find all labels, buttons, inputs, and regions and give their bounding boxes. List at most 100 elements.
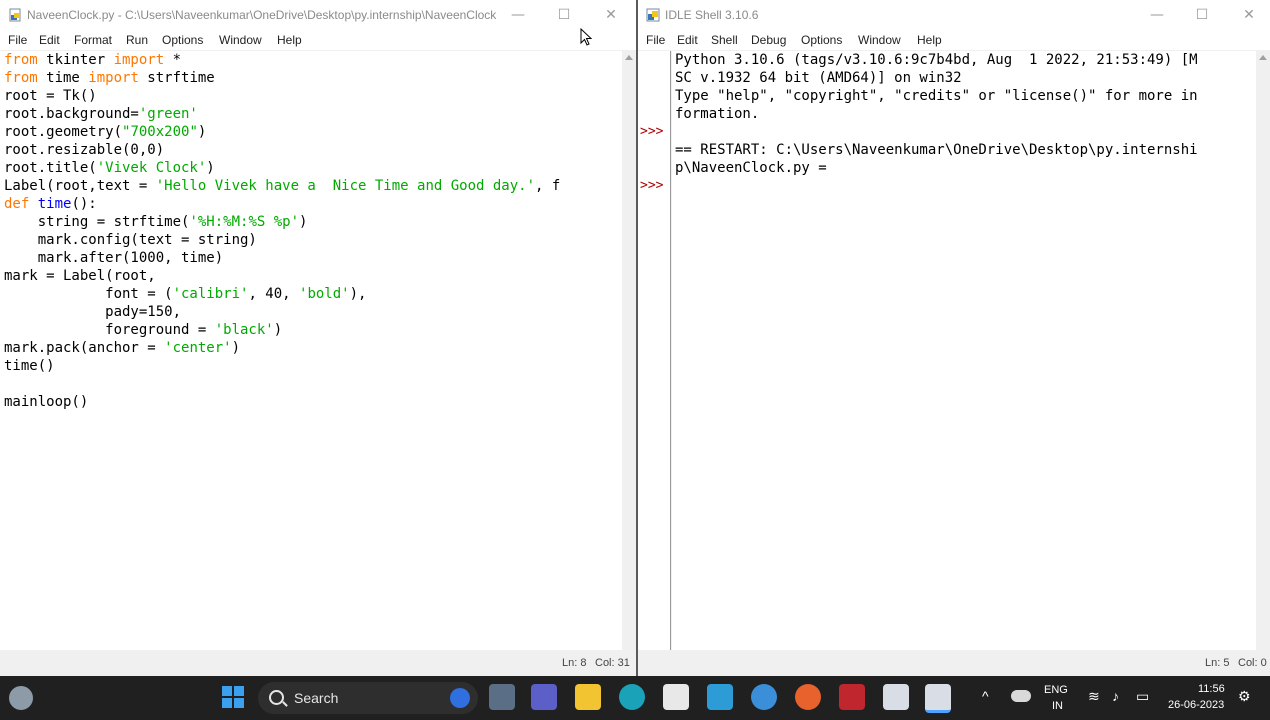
shell-output-line: Python 3.10.6 (tags/v3.10.6:9c7b4bd, Aug… (675, 52, 1198, 68)
code-token: def (4, 196, 30, 212)
menu-item-window[interactable]: Window (219, 33, 262, 47)
code-token: time (37, 70, 89, 86)
shell-output-line: Type "help", "copyright", "credits" or "… (675, 88, 1198, 104)
shell-menubar: File Edit Shell Debug Options Window Help (638, 30, 1270, 50)
code-token: root.resizable(0,0) (4, 142, 165, 158)
onedrive-cloud-icon[interactable] (1011, 690, 1031, 702)
editor-titlebar[interactable]: NaveenClock.py - C:\Users\Naveenkumar\On… (0, 0, 636, 30)
maximize-button[interactable]: ☐ (554, 5, 574, 25)
wifi-icon[interactable]: ≋ (1088, 688, 1100, 705)
menu-item-debug[interactable]: Debug (751, 33, 786, 47)
code-token: , f (535, 178, 561, 194)
code-token: root.geometry( (4, 124, 123, 140)
code-token: root.background= (4, 106, 139, 122)
code-token: 'center' (164, 340, 232, 356)
code-token: "700x200" (122, 124, 198, 140)
code-token: * (164, 52, 182, 68)
code-line: root.background='green' (4, 105, 622, 123)
notification-icon[interactable]: ⚙ (1238, 688, 1251, 705)
shell-prompt (638, 141, 670, 159)
code-token: mark.config(text = string) (4, 232, 257, 248)
battery-icon[interactable]: ▭ (1136, 688, 1149, 705)
taskbar: Search ^ ENG IN ≋ ♪ ▭ 11:56 26-06-2023 ⚙ (0, 676, 1270, 720)
volume-icon[interactable]: ♪ (1112, 688, 1119, 704)
close-button[interactable]: ✕ (1239, 5, 1259, 25)
minimize-button[interactable]: — (508, 5, 528, 25)
microsoft-store-icon[interactable] (663, 684, 689, 710)
weather-widget-icon[interactable] (9, 686, 33, 710)
code-line: mark = Label(root, (4, 267, 622, 285)
menu-item-shell[interactable]: Shell (711, 33, 738, 47)
code-token: from (4, 70, 38, 86)
menu-item-edit[interactable]: Edit (677, 33, 698, 47)
shell-titlebar[interactable]: IDLE Shell 3.10.6 — ☐ ✕ (638, 0, 1270, 30)
scroll-up-arrow-icon[interactable] (1259, 55, 1267, 60)
clock-date[interactable]: 26-06-2023 (1168, 699, 1224, 711)
firefox-icon[interactable] (795, 684, 821, 710)
menu-item-run[interactable]: Run (126, 33, 148, 47)
teams-chat-icon[interactable] (531, 684, 557, 710)
menu-item-help[interactable]: Help (277, 33, 302, 47)
show-hidden-icons-chevron-icon[interactable]: ^ (982, 688, 989, 704)
idle-editor-taskbar-icon[interactable] (883, 684, 909, 710)
app-icon[interactable] (707, 684, 733, 710)
code-token: time() (4, 358, 55, 374)
shell-prompt (638, 105, 670, 123)
code-line: font = ('calibri', 40, 'bold'), (4, 285, 622, 303)
code-token: string = strftime( (4, 214, 190, 230)
code-token: 'black' (214, 322, 274, 338)
menu-item-help[interactable]: Help (917, 33, 942, 47)
task-view-icon[interactable] (489, 684, 515, 710)
menu-item-file[interactable]: File (8, 33, 27, 47)
code-token: mark = Label(root, (4, 268, 156, 284)
code-token: ), (349, 286, 367, 302)
windows-start-icon[interactable] (220, 684, 246, 710)
python-app-icon[interactable] (751, 684, 777, 710)
close-button[interactable]: ✕ (601, 5, 621, 25)
shell-title: IDLE Shell 3.10.6 (665, 8, 759, 22)
shell-prompt (638, 51, 670, 69)
code-line: string = strftime('%H:%M:%S %p') (4, 213, 622, 231)
column-number: Col: 0 (1238, 657, 1267, 669)
code-token: root.title( (4, 160, 97, 176)
code-line: root.resizable(0,0) (4, 141, 622, 159)
shell-output-text[interactable]: Python 3.10.6 (tags/v3.10.6:9c7b4bd, Aug… (672, 51, 1256, 662)
bing-icon[interactable] (450, 688, 470, 708)
code-editor-text[interactable]: from tkinter import * from time import st… (0, 51, 622, 662)
maximize-button[interactable]: ☐ (1192, 5, 1212, 25)
menu-item-edit[interactable]: Edit (39, 33, 60, 47)
taskbar-search[interactable]: Search (258, 682, 478, 714)
code-token: , 40, (248, 286, 300, 302)
code-token: '%H:%M:%S %p' (189, 214, 300, 230)
shell-prompt (638, 87, 670, 105)
menu-item-options[interactable]: Options (162, 33, 203, 47)
language-indicator[interactable]: ENG (1044, 684, 1068, 696)
minimize-button[interactable]: — (1147, 5, 1167, 25)
file-explorer-icon[interactable] (575, 684, 601, 710)
mcafee-icon[interactable] (839, 684, 865, 710)
code-token: ) (299, 214, 308, 230)
editor-title: NaveenClock.py - C:\Users\Naveenkumar\On… (27, 8, 497, 22)
editor-scrollbar[interactable] (622, 51, 636, 662)
edge-browser-icon[interactable] (619, 684, 645, 710)
menu-item-file[interactable]: File (646, 33, 665, 47)
shell-scrollbar[interactable] (1256, 51, 1270, 662)
code-token: mark.pack(anchor = (4, 340, 165, 356)
menu-item-window[interactable]: Window (858, 33, 901, 47)
menu-item-format[interactable]: Format (74, 33, 112, 47)
scroll-up-arrow-icon[interactable] (625, 55, 633, 60)
code-token: 'Hello Vivek have a Nice Time and Good d… (155, 178, 536, 194)
menu-item-options[interactable]: Options (801, 33, 842, 47)
code-line: def time(): (4, 195, 622, 213)
code-token: 'green' (138, 106, 198, 122)
idle-shell-taskbar-icon[interactable] (925, 684, 951, 713)
clock-time[interactable]: 11:56 (1198, 683, 1225, 695)
code-line: Label(root,text = 'Hello Vivek have a Ni… (4, 177, 622, 195)
column-number: Col: 31 (595, 657, 630, 669)
code-token: ) (231, 340, 241, 356)
code-line: mark.pack(anchor = 'center') (4, 339, 622, 357)
region-indicator[interactable]: IN (1052, 700, 1063, 712)
line-number: Ln: 8 (562, 657, 587, 669)
